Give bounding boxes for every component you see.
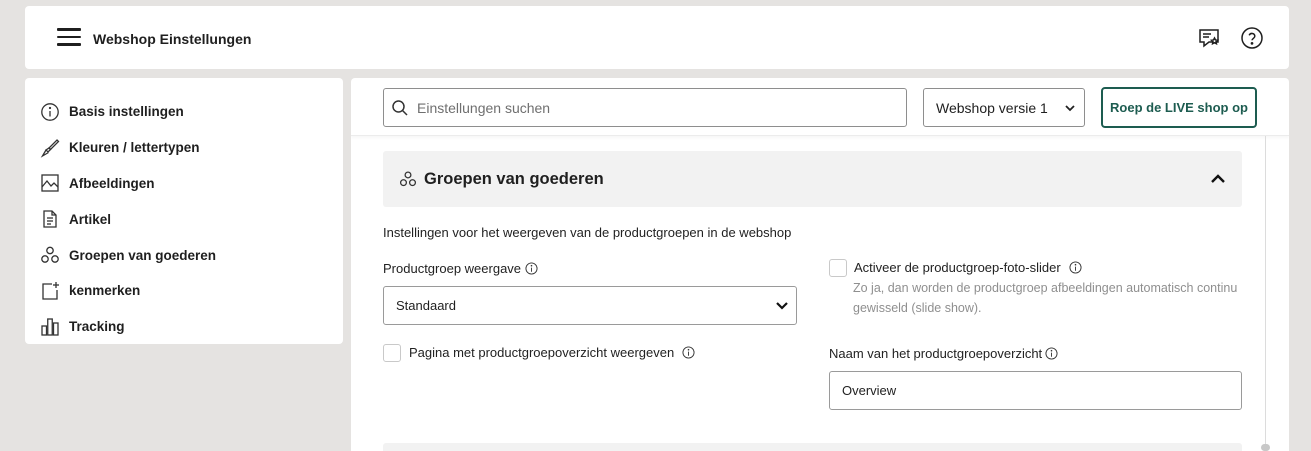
section-title: Groepen van goederen — [424, 170, 604, 188]
chevron-down-icon — [776, 302, 788, 310]
chevron-down-icon — [1065, 105, 1075, 112]
productgroup-view-label: Productgroep weergave — [383, 261, 522, 276]
sidebar-item-groepen[interactable]: Groepen van goederen — [25, 237, 343, 273]
sidebar-item-artikel[interactable]: Artikel — [25, 201, 343, 237]
section-header-groepen[interactable]: Groepen van goederen — [383, 151, 1242, 207]
info-icon[interactable] — [682, 346, 695, 359]
sidebar-item-label: Artikel — [69, 211, 112, 227]
image-icon — [41, 174, 59, 193]
productgroup-view-label-row: Productgroep weergave — [383, 261, 538, 276]
document-icon — [43, 210, 57, 228]
overview-name-label-row: Naam van het productgroepoverzicht — [829, 346, 1058, 361]
feedback-icon[interactable] — [1197, 26, 1221, 50]
info-icon — [41, 103, 59, 121]
sidebar-item-kleuren[interactable]: Kleuren / lettertypen — [25, 130, 343, 166]
brush-icon — [40, 138, 60, 158]
sidebar-item-label: Groepen van goederen — [69, 247, 217, 263]
groups-icon — [399, 171, 417, 187]
help-icon[interactable] — [1240, 26, 1264, 50]
productgroup-view-select[interactable]: Standaard — [383, 286, 797, 325]
overview-name-label: Naam van het productgroepoverzicht — [829, 346, 1043, 361]
page-title: Webshop Einstellungen — [93, 31, 252, 47]
section-description: Instellingen voor het weergeven van de p… — [383, 225, 792, 240]
scrollbar-thumb[interactable] — [1261, 444, 1270, 451]
sidebar-item-label: Kleuren / lettertypen — [69, 140, 200, 156]
version-select[interactable]: Webshop versie 1 — [923, 88, 1085, 127]
main-panel: Webshop versie 1 Roep de LIVE shop op Gr… — [351, 78, 1289, 451]
version-select-value: Webshop versie 1 — [936, 99, 1048, 116]
info-icon[interactable] — [1069, 261, 1082, 274]
top-bar: Webshop Einstellungen — [25, 6, 1289, 69]
bar-chart-icon — [41, 318, 59, 336]
search-input[interactable] — [417, 99, 887, 116]
menu-icon[interactable] — [57, 28, 81, 46]
sidebar-item-kenmerken[interactable]: kenmerken — [25, 273, 343, 309]
info-icon[interactable] — [1045, 347, 1058, 360]
toolbar: Webshop versie 1 Roep de LIVE shop op — [351, 78, 1289, 136]
search-icon — [392, 99, 408, 116]
chevron-up-icon[interactable] — [1210, 172, 1226, 184]
sidebar-item-label: Tracking — [69, 319, 125, 335]
slider-label-row: Activeer de productgroep-foto-slider — [854, 260, 1082, 275]
next-section-header[interactable] — [383, 443, 1242, 451]
productgroup-view-value: Standaard — [396, 298, 456, 313]
slider-checkbox[interactable] — [829, 259, 847, 277]
search-box[interactable] — [383, 88, 907, 127]
overview-page-label-row: Pagina met productgroepoverzicht weergev… — [409, 345, 695, 360]
overview-page-label: Pagina met productgroepoverzicht weergev… — [409, 345, 675, 360]
sidebar: Basis instellingen Kleuren / lettertypen… — [25, 78, 343, 344]
slider-hint: Zo ja, dan worden de productgroep afbeel… — [853, 281, 1238, 315]
sidebar-item-label: Afbeeldingen — [69, 175, 155, 191]
sidebar-item-afbeeldingen[interactable]: Afbeeldingen — [25, 166, 343, 202]
sidebar-item-label: kenmerken — [69, 283, 141, 299]
overview-name-input[interactable] — [829, 371, 1242, 410]
groups-icon — [41, 246, 59, 263]
overview-page-checkbox[interactable] — [383, 344, 401, 362]
add-feature-icon — [42, 281, 59, 300]
sidebar-item-label: Basis instellingen — [69, 104, 184, 120]
slider-label: Activeer de productgroep-foto-slider — [854, 260, 1061, 275]
sidebar-item-tracking[interactable]: Tracking — [25, 309, 343, 345]
scrollbar-track[interactable] — [1265, 136, 1272, 451]
open-live-shop-button[interactable]: Roep de LIVE shop op — [1101, 87, 1257, 128]
info-icon[interactable] — [525, 262, 538, 275]
sidebar-item-basis-instellingen[interactable]: Basis instellingen — [25, 94, 343, 130]
